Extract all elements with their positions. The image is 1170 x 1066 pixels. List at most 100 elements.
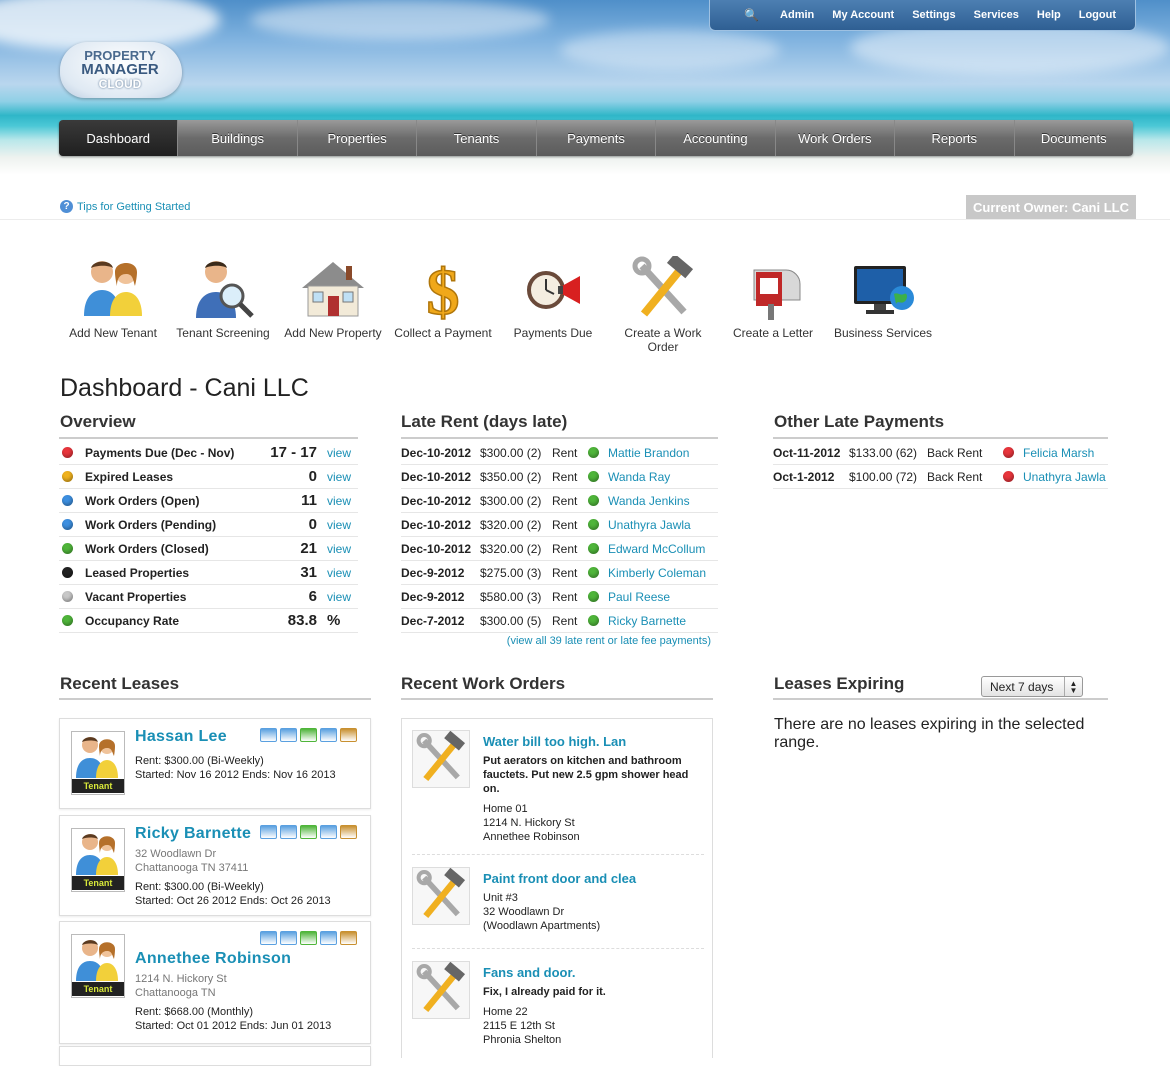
logo[interactable]: PROPERTY MANAGER CLOUD [60,36,182,100]
tips-link[interactable]: ? Tips for Getting Started [60,200,190,213]
work-order-item[interactable]: Water bill too high. Lan Put aerators on … [412,730,704,855]
money-icon[interactable] [300,825,317,839]
lease-tenant-name[interactable]: Annethee Robinson [135,950,291,968]
chat-icon[interactable] [280,825,297,839]
nav-accounting[interactable]: Accounting [656,120,776,156]
work-order-item[interactable]: Paint front door and clea Unit #3 32 Woodl… [412,867,704,949]
lease-tenant-name[interactable]: Hassan Lee [135,728,227,746]
late-rent-tenant-link[interactable]: Kimberly Coleman [608,566,706,580]
nav-tenants[interactable]: Tenants [417,120,537,156]
late-rent-tenant-link[interactable]: Wanda Ray [608,470,670,484]
lease-card[interactable]: Tenant Ricky Barnette 32 Woodlawn Dr Chatta… [59,815,371,916]
search-icon[interactable]: 🔍 [744,8,771,22]
topbar-logout-link[interactable]: Logout [1070,9,1125,21]
overview-view-link[interactable]: view [327,494,357,508]
nav-documents[interactable]: Documents [1015,120,1133,156]
topbar-settings-link[interactable]: Settings [903,9,964,21]
overview-label: Work Orders (Open) [85,493,200,508]
late-rent-tenant-link[interactable]: Unathyra Jawla [608,518,691,532]
note-icon[interactable] [320,825,337,839]
nav-reports[interactable]: Reports [895,120,1015,156]
other-late-tenant-link[interactable]: Unathyra Jawla [1023,470,1106,484]
lease-card[interactable]: Tenant Hassan Lee Rent: $300.00 (Bi-Weekly… [59,718,371,809]
quick-collect-payment[interactable]: $ Collect a Payment [388,255,498,354]
nav-dashboard[interactable]: Dashboard [59,120,179,156]
home-icon[interactable] [340,825,357,839]
topbar-my-account-link[interactable]: My Account [823,9,903,21]
overview-value: 21 [300,540,317,557]
view-all-late-link[interactable]: (view all 39 late rent or late fee payme… [401,635,713,647]
overview-value: 17 - 17 [270,444,317,461]
leases-expiring-underline [773,698,1108,700]
home-icon[interactable] [340,728,357,742]
quick-add-new-property[interactable]: Add New Property [278,256,388,354]
status-dot-icon [588,495,599,506]
late-rent-row: Dec-10-2012 $300.00 (2) Rent Mattie Brandon [401,441,718,465]
nav-properties[interactable]: Properties [298,120,418,156]
leases-expiring-heading: Leases Expiring [774,674,905,693]
email-icon[interactable] [260,728,277,742]
note-icon[interactable] [320,931,337,945]
quick-add-new-tenant[interactable]: Add New Tenant [58,256,168,354]
home-icon[interactable] [340,931,357,945]
lease-tenant-name[interactable]: Ricky Barnette [135,825,251,843]
nav-buildings[interactable]: Buildings [178,120,298,156]
status-dot-icon [62,591,73,602]
work-order-title[interactable]: Fans and door. [483,965,575,980]
overview-view-link[interactable]: view [327,470,357,484]
magnifier-person-icon [188,256,258,322]
overview-view-link[interactable]: view [327,518,357,532]
money-icon[interactable] [300,931,317,945]
work-order-title[interactable]: Water bill too high. Lan [483,734,626,749]
work-order-title[interactable]: Paint front door and clea [483,871,636,886]
email-icon[interactable] [260,825,277,839]
late-rent-amount: $580.00 (3) [480,589,542,604]
other-late-tenant-link[interactable]: Felicia Marsh [1023,446,1094,460]
overview-view-link[interactable]: view [327,590,357,604]
topbar-admin-link[interactable]: Admin [771,9,823,21]
overview-view-link[interactable]: view [327,566,357,580]
lease-dates: Started: Oct 01 2012 Ends: Jun 01 2013 [135,1020,332,1032]
lease-card[interactable] [59,1046,371,1066]
status-dot-icon [588,591,599,602]
nav-payments[interactable]: Payments [537,120,657,156]
expiring-range-value: Next 7 days [990,679,1054,694]
lease-rent: Rent: $300.00 (Bi-Weekly) [135,755,264,767]
topbar-help-link[interactable]: Help [1028,9,1070,21]
tips-label[interactable]: Tips for Getting Started [77,201,190,213]
overview-row: Work Orders (Pending) 0 view [59,513,358,537]
chat-icon[interactable] [280,931,297,945]
late-rent-type: Rent [552,541,578,556]
hammer-wrench-icon [412,961,470,1019]
other-late-heading: Other Late Payments [774,412,945,431]
late-rent-tenant-link[interactable]: Edward McCollum [608,542,705,556]
overview-view-link[interactable]: view [327,446,357,460]
work-order-item[interactable]: Fans and door. Fix, I already paid for it… [412,961,704,1061]
quick-payments-due[interactable]: Payments Due [498,256,608,354]
lease-address-line2: Chattanooga TN 37411 [135,862,249,874]
quick-create-letter[interactable]: Create a Letter [718,256,828,354]
quick-business-services[interactable]: Business Services [828,256,938,354]
late-rent-tenant-link[interactable]: Ricky Barnette [608,614,686,628]
note-icon[interactable] [320,728,337,742]
quick-create-work-order[interactable]: Create a Work Order [608,253,718,354]
select-arrows-icon: ▲ ▼ [1064,677,1082,696]
money-icon[interactable] [300,728,317,742]
overview-value: 6 [308,588,317,605]
recent-work-orders-heading: Recent Work Orders [401,674,566,693]
tenant-badge: Tenant [72,982,124,996]
chat-icon[interactable] [280,728,297,742]
expiring-range-select[interactable]: Next 7 days ▲ ▼ [981,676,1083,697]
topbar-services-link[interactable]: Services [965,9,1028,21]
email-icon[interactable] [260,931,277,945]
current-owner-badge[interactable]: Current Owner: Cani LLC [966,195,1136,219]
page-title: Dashboard - Cani LLC [60,374,309,402]
overview-row: Expired Leases 0 view [59,465,358,489]
late-rent-tenant-link[interactable]: Mattie Brandon [608,446,689,460]
late-rent-tenant-link[interactable]: Paul Reese [608,590,670,604]
quick-tenant-screening[interactable]: Tenant Screening [168,256,278,354]
nav-work-orders[interactable]: Work Orders [776,120,896,156]
lease-card[interactable]: Tenant Annethee Robinson 1214 N. Hickory S… [59,921,371,1044]
overview-view-link[interactable]: view [327,542,357,556]
late-rent-tenant-link[interactable]: Wanda Jenkins [608,494,690,508]
